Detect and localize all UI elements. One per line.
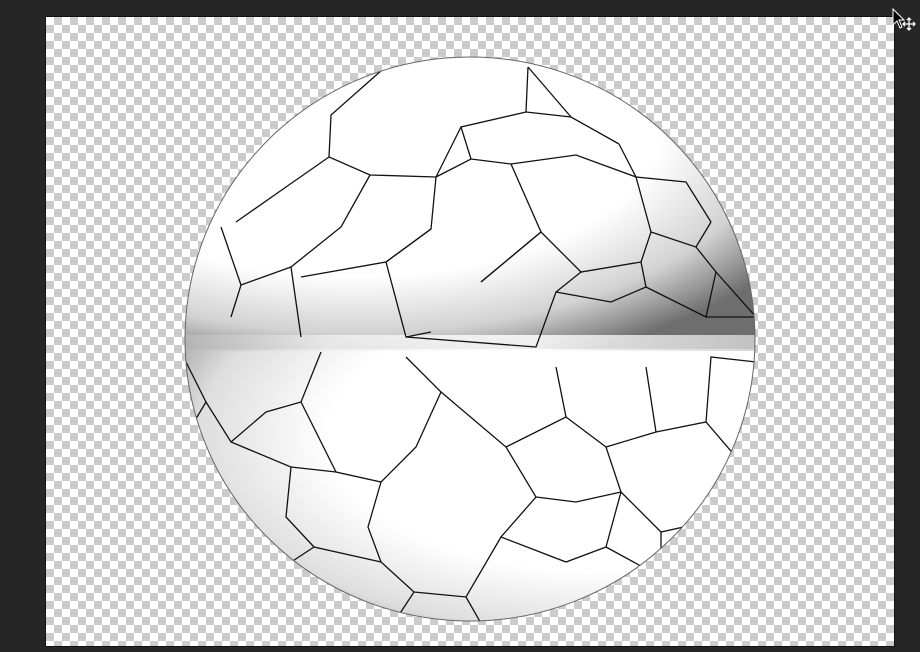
slice-band [185, 335, 755, 351]
ball-top-half [185, 57, 755, 349]
document-canvas[interactable] [46, 17, 894, 646]
ball-bottom-half [185, 349, 755, 621]
soccer-ball-image [184, 56, 756, 622]
move-cursor-icon [892, 8, 916, 31]
workspace [0, 0, 920, 652]
